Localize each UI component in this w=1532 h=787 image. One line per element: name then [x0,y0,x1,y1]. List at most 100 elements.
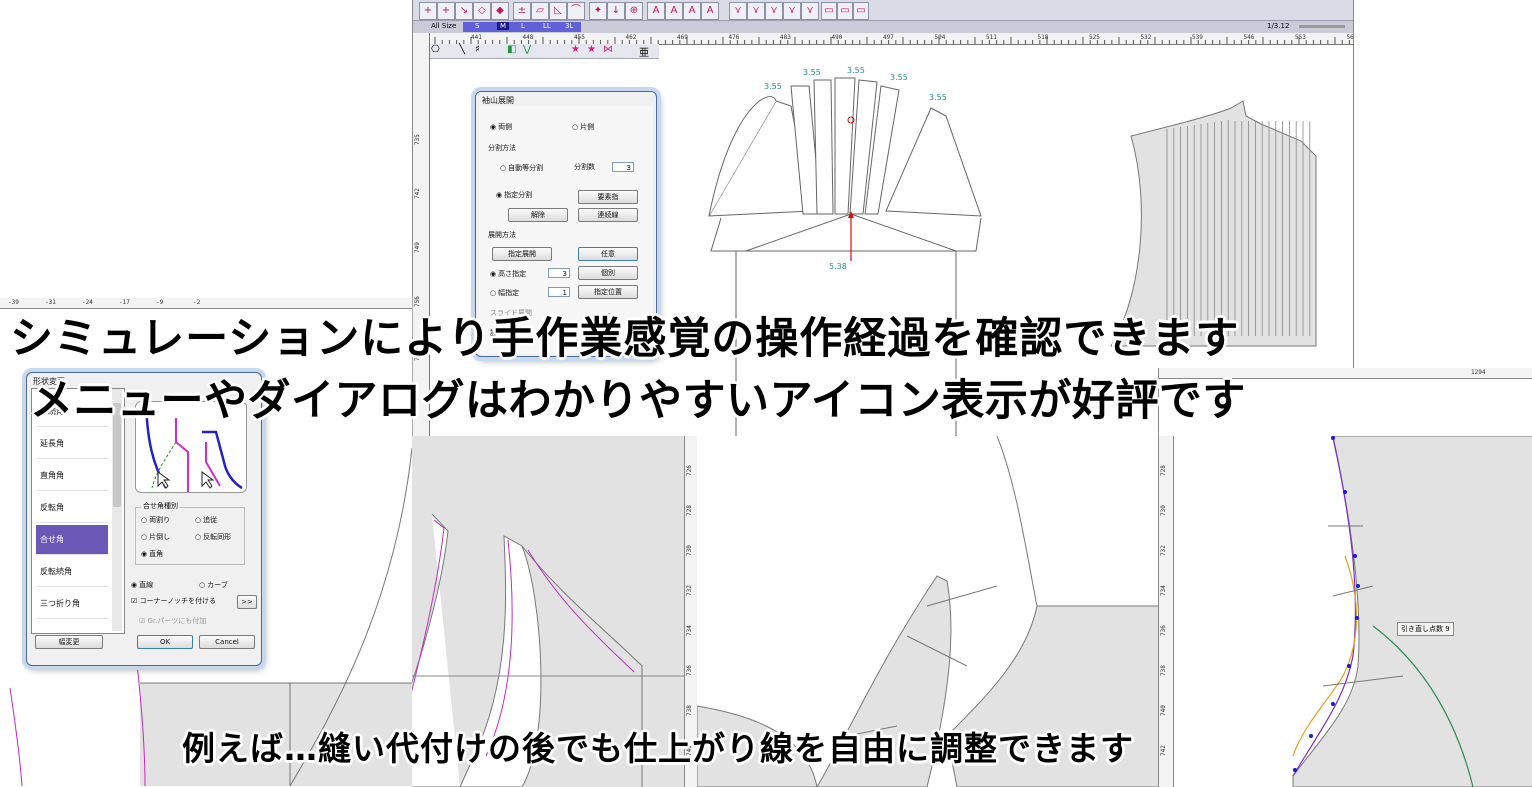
ruler-label: 730 [686,545,693,556]
size-tab[interactable]: LL [543,22,551,30]
ruler-label: 742 [414,188,421,199]
continuous-line-button[interactable]: 連続線 [578,208,638,222]
individual-button[interactable]: 個別 [578,266,638,280]
curve-point [1293,768,1297,772]
sleeve-body [710,213,982,252]
list-item[interactable]: 反転角 [36,493,108,523]
gr-parts-checkbox[interactable]: ☑ Gr.パーツにも付加 [139,616,206,626]
element-button[interactable]: 要素指 [578,190,638,204]
option-radio[interactable]: 片倒し [141,532,170,542]
list-item[interactable]: 直角角 [36,461,108,491]
group-label: 合せ角種別 [141,501,180,511]
grade-tool-icon[interactable]: ⋎ [765,2,783,20]
cancel-button[interactable]: Cancel [199,635,255,649]
tool-icon[interactable]: ⌒ [567,2,585,20]
one-side-radio[interactable]: 片側 [572,122,594,132]
position-button[interactable]: 指定位置 [578,285,638,299]
grade-tool-icon[interactable]: ⋎ [783,2,801,20]
dimension-label: 3.55 [847,66,865,75]
tool-icon[interactable]: + [437,2,455,20]
ruler-label: 511 [986,34,997,41]
curve-point [1356,584,1360,588]
corner-notch-checkbox[interactable]: ☑ コーナーノッチを付ける [131,596,216,606]
arbitrary-button[interactable]: 任意 [578,247,638,261]
grade-tool-icon[interactable]: ⋎ [801,2,819,20]
ruler-label: 539 [1192,34,1203,41]
text-tool-icon[interactable]: A [701,2,719,20]
grade-tool-icon[interactable]: ⋎ [729,2,747,20]
list-item-selected[interactable]: 合せ角 [36,525,108,555]
height-value-input[interactable]: 3 [548,268,570,278]
tool-icon[interactable]: ◇ [473,2,491,20]
split-method-label: 分割方法 [488,144,516,152]
size-bar: All Size S M L LL 3L 1/3.12 [413,21,1353,33]
list-item[interactable]: 延長角 [36,429,108,459]
tool-icon[interactable]: ✦ [589,2,607,20]
curve-adjust-canvas[interactable] [1173,436,1532,787]
list-item[interactable]: 反転続角 [36,557,108,587]
dimension-label: 3.55 [890,73,908,82]
curve-point [1331,436,1335,440]
ruler-label: 726 [686,465,693,476]
all-size-label[interactable]: All Size [431,22,456,30]
dimension-label: 5.38 [829,262,847,271]
curve-radio[interactable]: カーブ [199,580,228,590]
release-button[interactable]: 解除 [508,208,568,222]
straight-radio[interactable]: 直線 [131,580,153,590]
tool-icon[interactable]: ↘ [455,2,473,20]
split-count-input[interactable]: 3 [612,162,634,172]
grade-tool-icon[interactable]: ⋎ [747,2,765,20]
zoom-slider[interactable] [1299,25,1345,28]
text-tool-icon[interactable]: A [647,2,665,20]
caption-line-3: 例えば…縫い代付けの後でも仕上がり線を自由に調整できます [182,729,1134,768]
ruler-label: 525 [1089,34,1100,41]
option-radio[interactable]: 追従 [195,515,217,525]
more-button[interactable]: >> [237,595,257,609]
ruler-label: 497 [883,34,894,41]
ok-button[interactable]: OK [137,635,193,649]
size-tab[interactable]: 3L [565,22,573,30]
window-tool-icon[interactable]: ▭ [837,2,853,20]
tool-icon[interactable]: ↓ [607,2,625,20]
list-item[interactable]: 三つ折り角 [36,589,108,619]
option-radio[interactable]: 直角 [141,549,163,559]
width-change-button[interactable]: 幅変更 [35,635,103,649]
gr-parts-label: Gr.パーツにも付加 [147,617,207,625]
auto-split-radio[interactable]: 自動等分割 [500,163,543,173]
ruler-label: 518 [1037,34,1049,41]
zoom-level: 1/3.12 [1267,22,1290,30]
height-spec-radio[interactable]: 高さ指定 [490,269,526,279]
option-radio[interactable]: 両割り [141,515,170,525]
ruler-label: 736 [686,665,693,676]
width-spec-radio[interactable]: 幅指定 [490,288,519,298]
ruler-label: 441 [471,34,482,41]
tool-icon[interactable]: + [419,2,437,20]
dimension-label: 3.55 [803,68,821,77]
text-tool-icon[interactable]: A [683,2,701,20]
right-cad-window: 1294 728 730 732 734 736 738 740 742 引き直し点数 9 [1158,368,1532,787]
both-sides-radio[interactable]: 両側 [490,122,512,132]
window-tool-icon[interactable]: ▭ [821,2,837,20]
specified-expand-button[interactable]: 指定展開 [492,247,552,261]
tool-icon[interactable]: ◆ [491,2,509,20]
tool-icon[interactable]: ◺ [549,2,567,20]
ruler-label: 546 [1243,34,1255,41]
tool-icon[interactable]: ▱ [531,2,549,20]
ruler-label: 728 [686,505,693,516]
expand-method-label: 展開方法 [488,231,516,239]
ruler-label: 462 [625,34,637,41]
size-tab-selected[interactable]: M [497,22,510,30]
size-tab[interactable]: L [521,22,525,30]
ruler-label: 732 [686,585,693,596]
size-tab[interactable]: S [475,22,479,30]
width-value-input[interactable]: 1 [548,287,570,297]
caption-line-1: シミュレーションにより手作業感覚の操作経過を確認できます [10,314,1240,364]
text-tool-icon[interactable]: A [665,2,683,20]
option-radio[interactable]: 反転同形 [195,532,231,542]
tool-icon[interactable]: ⊕ [625,2,643,20]
specified-split-radio[interactable]: 指定分割 [496,190,532,200]
window-tool-icon[interactable]: ▭ [853,2,869,20]
ruler-label: 455 [574,34,585,41]
tool-icon[interactable]: ± [513,2,531,20]
vertical-ruler: 728 730 732 734 736 738 740 742 [1159,436,1174,787]
